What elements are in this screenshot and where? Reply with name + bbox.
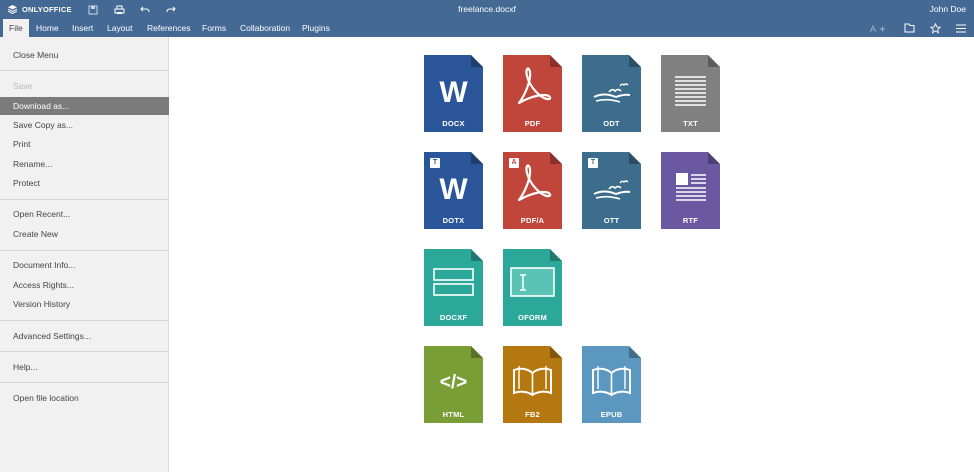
format-option-epub[interactable]: EPUB <box>582 346 641 423</box>
menu-separator <box>0 70 169 71</box>
format-option-rtf[interactable]: RTF <box>661 152 720 229</box>
menu-item-document-info[interactable]: Document Info... <box>0 256 169 274</box>
format-label: PDF <box>524 119 541 128</box>
format-label: DOTX <box>442 216 465 225</box>
format-label: PDF/A <box>520 216 545 225</box>
format-option-txt[interactable]: TXT <box>661 55 720 132</box>
menu-item-rename[interactable]: Rename... <box>0 155 169 173</box>
format-label: TXT <box>683 119 698 128</box>
menu-item-advanced-settings[interactable]: Advanced Settings... <box>0 327 169 345</box>
user-name[interactable]: John Doe <box>930 4 966 14</box>
format-badge: T <box>430 158 440 168</box>
hamburger-menu-icon[interactable] <box>953 21 969 35</box>
menu-item-close-menu[interactable]: Close Menu <box>0 46 169 64</box>
file-menu-panel: Close Menu Save Download as... Save Copy… <box>0 37 169 472</box>
format-label: OTT <box>603 216 620 225</box>
svg-text:W: W <box>439 173 468 206</box>
menu-item-protect[interactable]: Protect <box>0 174 169 192</box>
tab-file[interactable]: File <box>3 19 29 37</box>
format-label: OFORM <box>518 313 547 322</box>
format-option-docxf[interactable]: DOCXF <box>424 249 483 326</box>
format-option-html[interactable]: </> HTML <box>424 346 483 423</box>
format-label: FB2 <box>525 410 540 419</box>
svg-text:W: W <box>439 76 468 109</box>
menu-item-download-as[interactable]: Download as... <box>0 97 169 115</box>
tab-collaboration[interactable]: Collaboration <box>234 19 296 37</box>
menu-separator <box>0 320 169 321</box>
menu-item-print[interactable]: Print <box>0 135 169 153</box>
format-option-oform[interactable]: OFORM <box>503 249 562 326</box>
format-badge: T <box>588 158 598 168</box>
document-title: freelance.docxf <box>458 4 516 14</box>
menu-separator <box>0 250 169 251</box>
tab-insert[interactable]: Insert <box>66 19 99 37</box>
format-badge: A <box>509 158 519 168</box>
format-label: RTF <box>682 216 699 225</box>
svg-text:A: A <box>870 24 876 33</box>
menu-item-open-recent[interactable]: Open Recent... <box>0 205 169 223</box>
format-option-odt[interactable]: ODT <box>582 55 641 132</box>
format-label: HTML <box>442 410 465 419</box>
title-bar: ONLYOFFICE freelance.docxf John Doe <box>0 0 974 19</box>
format-option-fb2[interactable]: FB2 <box>503 346 562 423</box>
format-label: DOCXF <box>439 313 468 322</box>
format-option-docx[interactable]: W DOCX <box>424 55 483 132</box>
menu-item-access-rights[interactable]: Access Rights... <box>0 276 169 294</box>
menu-item-help[interactable]: Help... <box>0 358 169 376</box>
menu-item-create-new[interactable]: Create New <box>0 225 169 243</box>
menu-separator <box>0 351 169 352</box>
menu-item-save: Save <box>13 81 33 91</box>
format-option-pdf-a[interactable]: A PDF/A <box>503 152 562 229</box>
menu-item-save-copy-as[interactable]: Save Copy as... <box>0 116 169 134</box>
menu-separator <box>0 382 169 383</box>
format-label: DOCX <box>442 119 465 128</box>
tab-layout[interactable]: Layout <box>101 19 139 37</box>
menu-item-open-file-location[interactable]: Open file location <box>0 389 169 407</box>
font-size-icon[interactable]: A <box>870 21 886 35</box>
svg-text:</>: </> <box>440 372 467 393</box>
tab-plugins[interactable]: Plugins <box>296 19 336 37</box>
menu-bar: File Home Insert Layout References Forms… <box>0 19 974 37</box>
tab-forms[interactable]: Forms <box>196 19 232 37</box>
tab-home[interactable]: Home <box>30 19 65 37</box>
format-option-ott[interactable]: T OTT <box>582 152 641 229</box>
format-label: EPUB <box>600 410 623 419</box>
tab-references[interactable]: References <box>141 19 196 37</box>
menu-item-version-history[interactable]: Version History <box>0 295 169 313</box>
format-option-dotx[interactable]: W T DOTX <box>424 152 483 229</box>
open-location-icon[interactable] <box>901 21 917 35</box>
star-icon[interactable] <box>927 21 943 35</box>
format-label: ODT <box>603 119 620 128</box>
format-option-pdf[interactable]: PDF <box>503 55 562 132</box>
menu-separator <box>0 199 169 200</box>
